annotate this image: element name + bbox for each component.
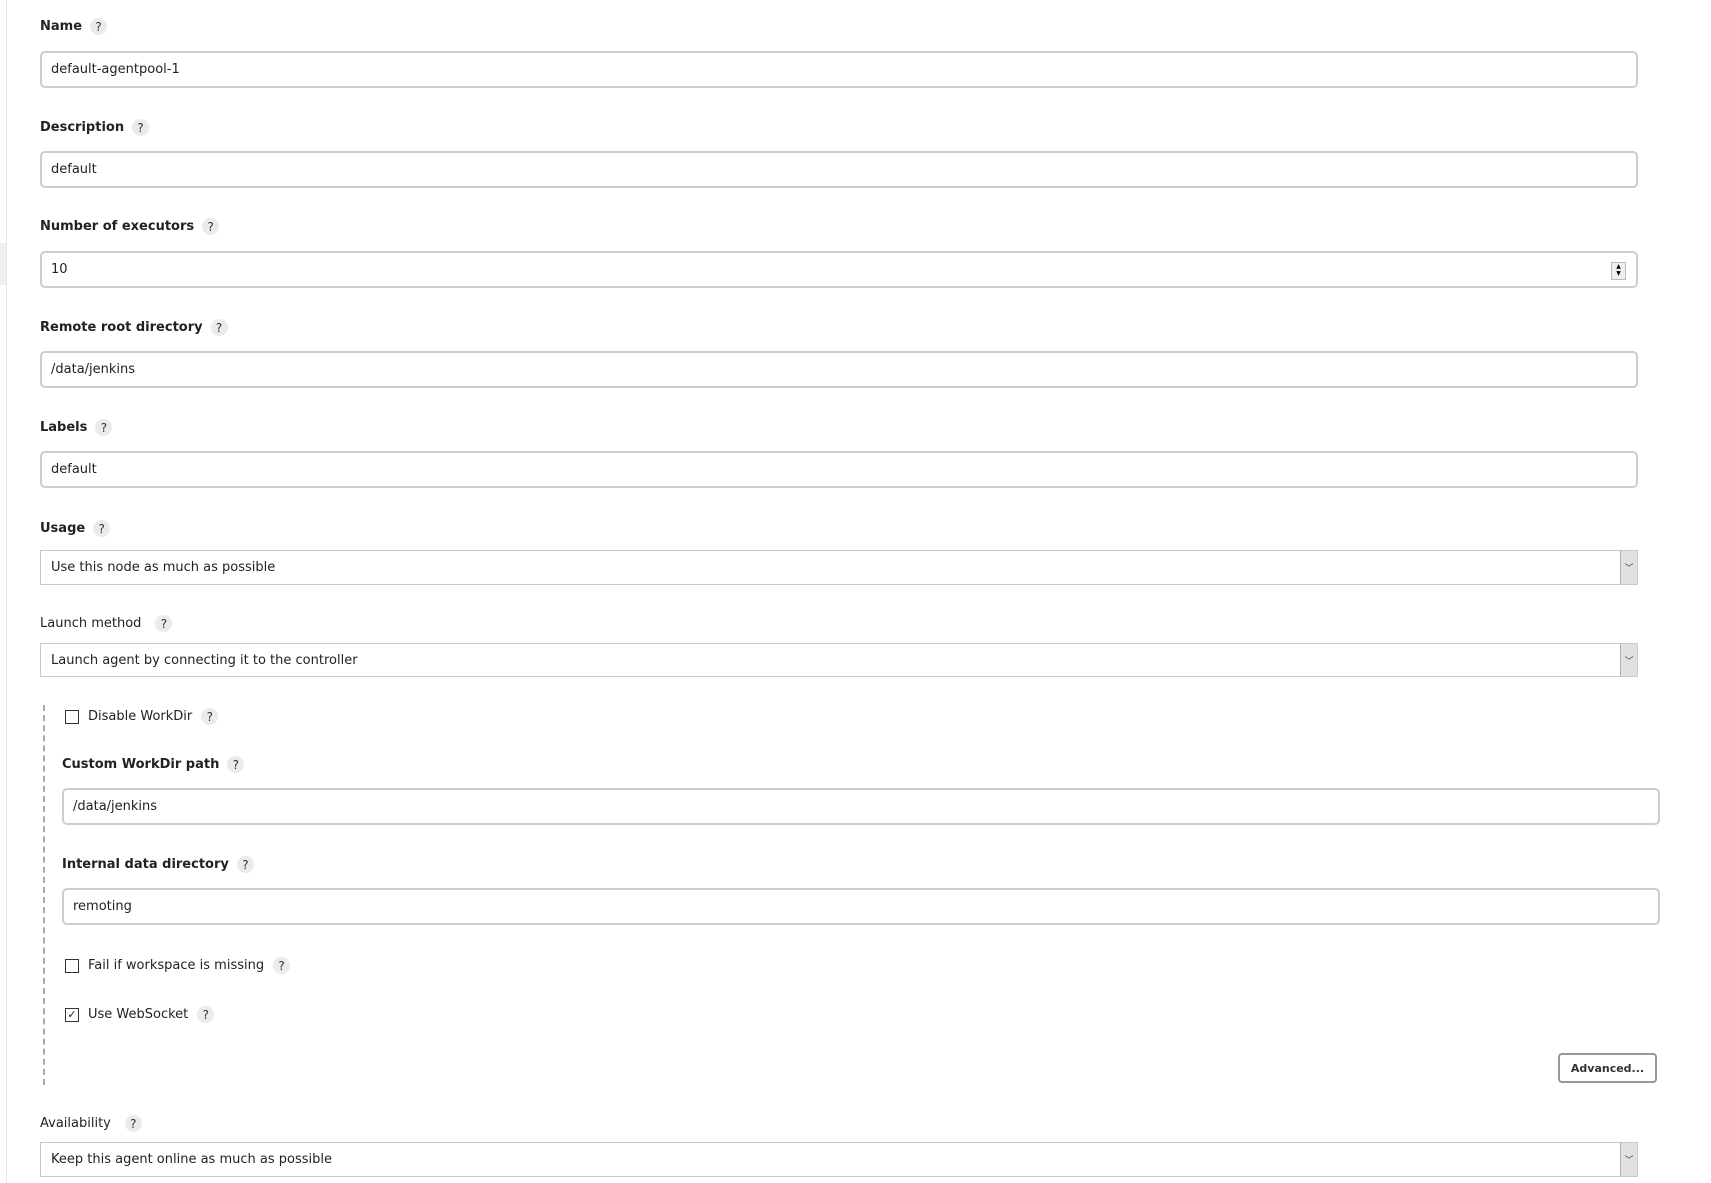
help-icon[interactable]: ? (155, 615, 173, 632)
launch-method-label-text: Launch method (40, 616, 142, 631)
help-icon[interactable]: ? (124, 1115, 142, 1132)
labels-label-text: Labels (40, 420, 88, 435)
checkbox[interactable] (65, 958, 79, 973)
name-label-text: Name (40, 19, 83, 34)
help-icon[interactable]: ? (90, 18, 108, 35)
launch-method-selected: Launch agent by connecting it to the con… (51, 652, 358, 668)
help-icon[interactable]: ? (197, 1006, 215, 1023)
disable-workdir-checkbox[interactable]: Disable WorkDir? (65, 708, 219, 725)
help-icon[interactable]: ? (273, 957, 291, 974)
executors-value: 10 (51, 262, 68, 277)
remote-root-label-text: Remote root directory (40, 320, 203, 335)
remote-root-label: Remote root directory? (40, 319, 228, 336)
usage-label-text: Usage (40, 521, 86, 536)
labels-input[interactable] (40, 451, 1638, 488)
number-spinner-icon[interactable]: ▲ ▼ (1611, 262, 1626, 280)
name-input[interactable] (40, 51, 1638, 88)
fail-missing-label: Fail if workspace is missing (88, 958, 265, 973)
fail-missing-checkbox[interactable]: Fail if workspace is missing? (65, 957, 291, 974)
remote-root-input[interactable] (40, 351, 1638, 388)
labels-label: Labels? (40, 419, 113, 436)
chevron-down-icon[interactable]: ﹀ (1620, 551, 1637, 584)
launch-method-select[interactable]: Launch agent by connecting it to the con… (40, 643, 1638, 677)
websocket-checkbox[interactable]: ✓ Use WebSocket? (65, 1006, 215, 1023)
availability-label: Availability? (40, 1115, 142, 1132)
help-icon[interactable]: ? (95, 419, 113, 436)
availability-label-text: Availability (40, 1116, 111, 1131)
executors-label-text: Number of executors (40, 219, 195, 234)
left-edge (0, 0, 7, 1183)
usage-label: Usage? (40, 520, 111, 537)
usage-selected: Use this node as much as possible (51, 560, 276, 575)
help-icon[interactable]: ? (227, 756, 245, 773)
nested-section-divider (43, 705, 45, 1085)
description-label-text: Description (40, 120, 125, 135)
internal-dir-input[interactable] (62, 888, 1660, 925)
help-icon[interactable]: ? (132, 119, 150, 136)
launch-method-label: Launch method? (40, 615, 173, 632)
name-label: Name? (40, 18, 108, 35)
help-icon[interactable]: ? (202, 218, 220, 235)
chevron-down-icon[interactable]: ﹀ (1620, 1143, 1637, 1176)
websocket-label: Use WebSocket (88, 1007, 189, 1022)
help-icon[interactable]: ? (236, 856, 254, 873)
chevron-down-icon[interactable]: ﹀ (1620, 644, 1637, 676)
executors-input[interactable]: 10 ▲ ▼ (40, 251, 1638, 288)
internal-dir-label-text: Internal data directory (62, 857, 229, 872)
help-icon[interactable]: ? (201, 708, 219, 725)
custom-workdir-input[interactable] (62, 788, 1660, 825)
availability-selected: Keep this agent online as much as possib… (51, 1152, 332, 1167)
custom-workdir-label: Custom WorkDir path? (62, 756, 245, 773)
help-icon[interactable]: ? (210, 319, 228, 336)
availability-select[interactable]: Keep this agent online as much as possib… (40, 1142, 1638, 1177)
internal-dir-label: Internal data directory? (62, 856, 254, 873)
custom-workdir-label-text: Custom WorkDir path (62, 757, 220, 772)
checkbox[interactable] (65, 709, 79, 724)
help-icon[interactable]: ? (93, 520, 111, 537)
description-input[interactable] (40, 151, 1638, 188)
check-icon[interactable]: ✓ (65, 1007, 79, 1022)
description-label: Description? (40, 119, 150, 136)
usage-select[interactable]: Use this node as much as possible ﹀ (40, 550, 1638, 585)
disable-workdir-label: Disable WorkDir (88, 709, 193, 724)
left-band (0, 243, 6, 285)
advanced-button[interactable]: Advanced... (1558, 1053, 1657, 1083)
executors-label: Number of executors? (40, 218, 220, 235)
